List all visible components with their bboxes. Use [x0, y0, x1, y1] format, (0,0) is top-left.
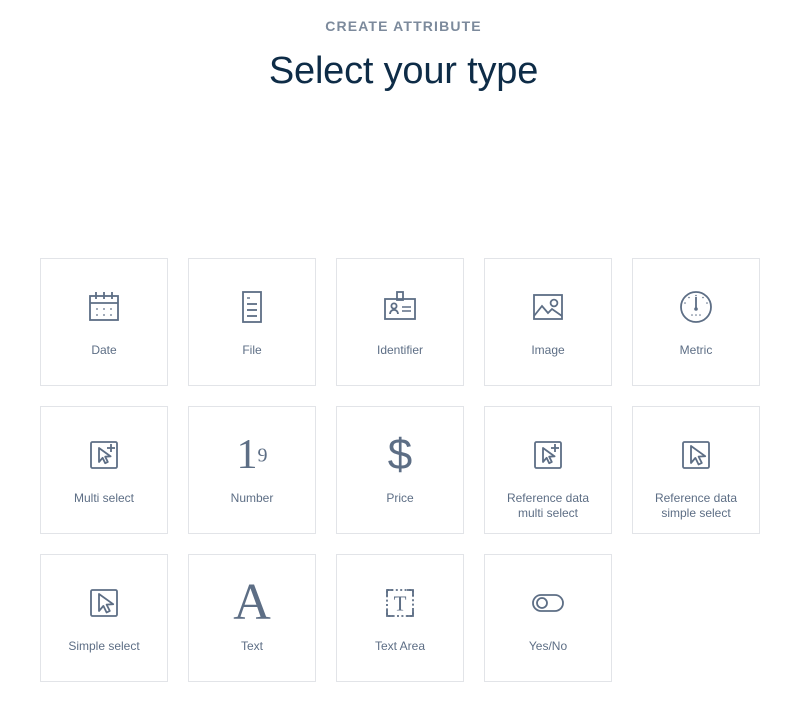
type-card-date[interactable]: Date: [40, 258, 168, 386]
calendar-icon: [41, 283, 167, 331]
type-card-reference-data-multi-select[interactable]: Reference data multi select: [484, 406, 612, 534]
type-card-label: Date: [91, 343, 117, 357]
page-eyebrow: CREATE ATTRIBUTE: [325, 18, 482, 34]
page-title: Select your type: [268, 50, 539, 92]
letter-a-glyph: A: [233, 574, 271, 631]
type-card-text-area[interactable]: T Text Area: [336, 554, 464, 682]
number-one-nine-glyph: 19: [236, 432, 268, 478]
type-card-label: Identifier: [376, 343, 424, 357]
type-card-label: Image: [531, 343, 565, 357]
type-grid-row: Simple select A Text T Text Area Yes/No: [40, 554, 768, 682]
type-card-label: Yes/No: [528, 639, 568, 653]
type-grid-row: Date File Identifier Image Metric: [40, 258, 768, 386]
type-card-label: Reference data multi select: [506, 491, 590, 520]
cursor-box-icon: [41, 579, 167, 627]
type-card-text[interactable]: A Text: [188, 554, 316, 682]
type-card-multi-select[interactable]: Multi select: [40, 406, 168, 534]
type-card-label: Simple select: [68, 639, 140, 653]
type-card-label: Number: [230, 491, 274, 505]
type-card-reference-data-simple-select[interactable]: Reference data simple select: [632, 406, 760, 534]
type-card-price[interactable]: $ Price: [336, 406, 464, 534]
create-attribute-page: CREATE ATTRIBUTE Select your type Date F…: [0, 0, 807, 708]
type-card-yes-no[interactable]: Yes/No: [484, 554, 612, 682]
cursor-plus-box-icon: [41, 431, 167, 479]
text-area-icon: T: [337, 579, 463, 627]
type-card-label: Reference data simple select: [654, 491, 738, 520]
cursor-box-icon: [633, 431, 759, 479]
type-card-number[interactable]: 19 Number: [188, 406, 316, 534]
type-card-label: Multi select: [73, 491, 135, 505]
id-badge-icon: [337, 283, 463, 331]
type-card-label: Text: [240, 639, 263, 653]
type-card-image[interactable]: Image: [484, 258, 612, 386]
document-icon: [189, 283, 315, 331]
type-card-file[interactable]: File: [188, 258, 316, 386]
type-card-metric[interactable]: Metric: [632, 258, 760, 386]
cursor-plus-box-icon: [485, 431, 611, 479]
toggle-off-icon: [485, 579, 611, 627]
attribute-type-grid: Date File Identifier Image Metric Multi …: [40, 258, 768, 702]
type-grid-row: Multi select 19 Number $ Price Reference…: [40, 406, 768, 534]
gauge-icon: [633, 283, 759, 331]
type-card-label: Metric: [679, 343, 713, 357]
type-card-label: Price: [386, 491, 414, 505]
type-card-label: Text Area: [374, 639, 426, 653]
page-header: CREATE ATTRIBUTE Select your type: [0, 0, 807, 94]
dollar-sign-glyph: $: [387, 430, 413, 479]
type-card-label: File: [242, 343, 262, 357]
svg-text:T: T: [394, 592, 407, 616]
picture-icon: [485, 283, 611, 331]
type-card-identifier[interactable]: Identifier: [336, 258, 464, 386]
type-card-simple-select[interactable]: Simple select: [40, 554, 168, 682]
